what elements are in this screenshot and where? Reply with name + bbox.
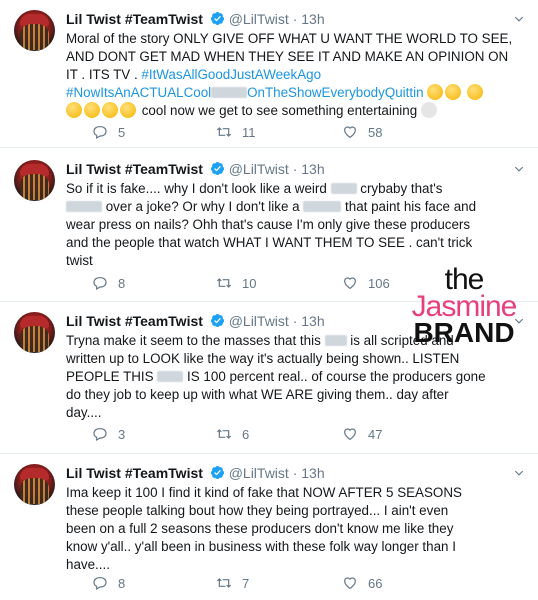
redaction-blur [66, 201, 102, 212]
reply-count: 8 [118, 575, 126, 591]
retweet-count: 10 [242, 275, 257, 291]
retweet-button[interactable]: 11 [216, 124, 256, 140]
like-button[interactable]: 66 [342, 575, 382, 591]
separator-dot: · [292, 161, 298, 177]
tweet-header: Lil Twist #TeamTwist @LilTwist · 13h [66, 312, 325, 330]
reply-button[interactable]: 3 [92, 426, 125, 442]
hashtag-link[interactable]: #NowItsAnACTUALCool OnTheShowEverybodyQui… [66, 85, 424, 100]
handle[interactable]: @LilTwist [229, 313, 289, 329]
timestamp[interactable]: 13h [301, 161, 324, 177]
separator-dot: · [292, 313, 298, 329]
avatar[interactable] [14, 464, 55, 505]
redaction-blur [324, 335, 347, 346]
retweet-icon [216, 127, 232, 137]
emoji-icon [467, 84, 483, 100]
display-name[interactable]: Lil Twist #TeamTwist [66, 313, 203, 329]
tweet[interactable]: Lil Twist #TeamTwist @LilTwist · 13h Mor… [0, 0, 538, 148]
reply-icon [93, 277, 107, 291]
tweet-text: Ima keep it 100 I find it kind of fake t… [66, 485, 462, 572]
emoji-icon [66, 102, 82, 118]
tweet-header: Lil Twist #TeamTwist @LilTwist · 13h [66, 160, 325, 178]
tweet-actions: 8 7 66 [66, 575, 466, 593]
chevron-down-icon[interactable] [512, 162, 526, 176]
reply-button[interactable]: 8 [92, 275, 125, 291]
reply-count: 8 [118, 275, 126, 291]
retweet-count: 11 [242, 124, 256, 140]
emoji-icon [120, 102, 136, 118]
like-button[interactable]: 106 [342, 275, 390, 291]
retweet-button[interactable]: 10 [216, 275, 256, 291]
display-name[interactable]: Lil Twist #TeamTwist [66, 465, 203, 481]
display-name[interactable]: Lil Twist #TeamTwist [66, 11, 203, 27]
chevron-down-icon[interactable] [512, 12, 526, 26]
like-icon [344, 577, 356, 590]
tweet-header: Lil Twist #TeamTwist @LilTwist · 13h [66, 10, 325, 28]
reply-count: 3 [118, 426, 126, 442]
retweet-icon [216, 278, 232, 288]
tweet-header: Lil Twist #TeamTwist @LilTwist · 13h [66, 464, 325, 482]
emoji-icon [84, 102, 100, 118]
tweet[interactable]: Lil Twist #TeamTwist @LilTwist · 13h Ima… [0, 454, 538, 600]
avatar[interactable] [14, 312, 55, 353]
like-count: 47 [368, 426, 383, 442]
like-button[interactable]: 47 [342, 426, 382, 442]
verified-badge-icon [210, 465, 224, 480]
like-count: 58 [368, 124, 383, 140]
avatar[interactable] [14, 160, 55, 201]
emoji-icon [427, 84, 444, 100]
like-icon [344, 277, 356, 290]
handle[interactable]: @LilTwist [229, 11, 289, 27]
reply-button[interactable]: 8 [92, 575, 125, 591]
redaction-blur [330, 183, 357, 194]
redaction-blur [157, 371, 184, 382]
like-count: 66 [368, 575, 383, 591]
watermark-logo: the Jasmine BRAND [411, 263, 518, 348]
reply-button[interactable]: 5 [92, 124, 125, 140]
avatar[interactable] [14, 10, 55, 51]
emoji-icon [102, 102, 118, 118]
like-icon [344, 428, 356, 441]
retweet-icon [216, 429, 232, 439]
handle[interactable]: @LilTwist [229, 465, 289, 481]
verified-badge-icon [210, 11, 224, 26]
timestamp[interactable]: 13h [301, 313, 324, 329]
display-name[interactable]: Lil Twist #TeamTwist [66, 161, 203, 177]
tweet-feed: Lil Twist #TeamTwist @LilTwist · 13h Mor… [0, 0, 538, 600]
verified-badge-icon [210, 313, 224, 328]
hashtag-link[interactable]: #ItWasAllGoodJustAWeekAgo [141, 67, 321, 82]
retweet-count: 6 [242, 426, 250, 442]
tweet-text: So if it is fake.... why I don't look li… [66, 181, 477, 268]
reply-icon [93, 577, 107, 591]
tweet-actions: 3 6 47 [66, 426, 466, 444]
like-count: 106 [368, 275, 390, 291]
like-button[interactable]: 58 [342, 124, 382, 140]
chevron-down-icon[interactable] [512, 466, 526, 480]
verified-badge-icon [210, 161, 224, 176]
emoji-icon [445, 84, 462, 100]
redaction-blur [303, 201, 342, 212]
reply-icon [93, 126, 107, 140]
timestamp[interactable]: 13h [301, 465, 324, 481]
retweet-button[interactable]: 7 [216, 575, 249, 591]
retweet-icon [216, 578, 232, 588]
tweet-actions: 5 11 58 [66, 124, 466, 142]
emoji-icon [420, 102, 437, 118]
tweet-text: Moral of the story ONLY GIVE OFF WHAT U … [66, 31, 513, 118]
handle[interactable]: @LilTwist [229, 161, 289, 177]
separator-dot: · [292, 11, 298, 27]
reply-count: 5 [118, 124, 126, 140]
redaction-blur [211, 87, 248, 98]
separator-dot: · [292, 465, 298, 481]
reply-icon [93, 428, 107, 442]
timestamp[interactable]: 13h [301, 11, 324, 27]
retweet-button[interactable]: 6 [216, 426, 249, 442]
like-icon [344, 126, 356, 139]
retweet-count: 7 [242, 575, 250, 591]
